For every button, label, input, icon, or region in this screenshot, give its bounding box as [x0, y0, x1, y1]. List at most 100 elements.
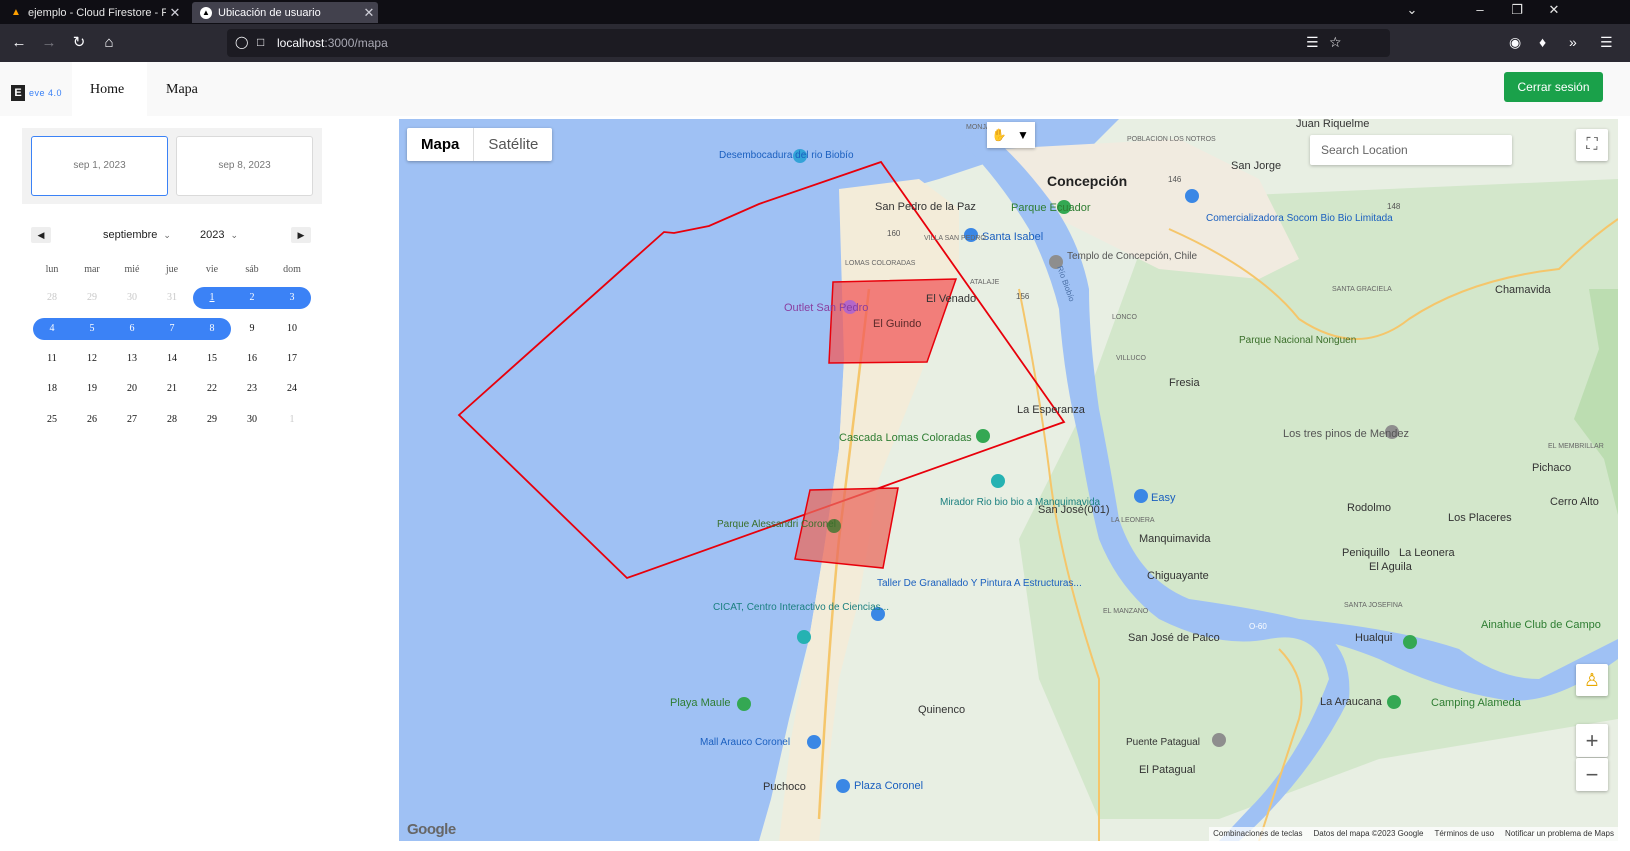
app-logo[interactable]: E eve 4.0: [11, 85, 62, 101]
shield-icon[interactable]: ◯: [235, 35, 249, 51]
translate-icon[interactable]: ☰: [1306, 34, 1319, 51]
label-cerro-alto: Cerro Alto: [1550, 496, 1599, 508]
weekday-label: jue: [165, 264, 179, 275]
calendar-day[interactable]: 28: [156, 410, 188, 430]
close-window-icon[interactable]: ✕: [1544, 2, 1564, 18]
poi-marker[interactable]: [1212, 733, 1226, 747]
calendar-day: 29: [87, 292, 97, 303]
poi-marker[interactable]: [807, 735, 821, 749]
tab-firestore[interactable]: ▲ ejemplo - Cloud Firestore - Fire ✕: [2, 2, 184, 23]
attr-terms[interactable]: Términos de uso: [1434, 829, 1494, 839]
calendar-day[interactable]: 8: [196, 319, 228, 339]
home-icon[interactable]: ⌂: [99, 33, 119, 53]
calendar-day[interactable]: 9: [236, 319, 268, 339]
calendar-day[interactable]: 30: [236, 410, 268, 430]
restore-icon[interactable]: ❐: [1507, 2, 1527, 18]
poi-marker[interactable]: [1387, 695, 1401, 709]
nav-mapa[interactable]: Mapa: [166, 82, 198, 98]
map-search-input[interactable]: Search Location: [1310, 135, 1512, 165]
label-easy: Easy: [1151, 492, 1176, 504]
attr-shortcuts[interactable]: Combinaciones de teclas: [1213, 829, 1302, 839]
map-attribution: Combinaciones de teclas Datos del mapa ©…: [1209, 827, 1618, 841]
calendar-day[interactable]: 4: [36, 319, 68, 339]
label-parque-nonguen: Parque Nacional Nonguen: [1239, 335, 1356, 346]
calendar-day[interactable]: 29: [196, 410, 228, 430]
calendar-day[interactable]: 14: [156, 349, 188, 369]
calendar-day[interactable]: 20: [116, 379, 148, 399]
poi-marker[interactable]: [1403, 635, 1417, 649]
calendar-day[interactable]: 11: [36, 349, 68, 369]
poi-marker[interactable]: [991, 474, 1005, 488]
calendar-day[interactable]: 13: [116, 349, 148, 369]
calendar-day[interactable]: 7: [156, 319, 188, 339]
calendar-day[interactable]: 27: [116, 410, 148, 430]
zoom-out-button[interactable]: −: [1576, 758, 1608, 791]
app-menu-icon[interactable]: ☰: [1600, 34, 1613, 51]
poi-marker[interactable]: [797, 630, 811, 644]
calendar-day[interactable]: 12: [76, 349, 108, 369]
bookmark-star-icon[interactable]: ☆: [1329, 34, 1342, 51]
zoom-in-button[interactable]: +: [1576, 724, 1608, 757]
calendar-day[interactable]: 23: [236, 379, 268, 399]
calendar-day[interactable]: 25: [36, 410, 68, 430]
map-type-satelite[interactable]: Satélite: [474, 128, 552, 161]
calendar-day[interactable]: 19: [76, 379, 108, 399]
next-month-button[interactable]: ▶: [291, 227, 311, 243]
poi-marker[interactable]: [836, 779, 850, 793]
polygon-draw-icon[interactable]: ▼: [1011, 122, 1035, 148]
google-map[interactable]: Concepción San Pedro de la Paz El Guindo…: [399, 119, 1618, 841]
calendar-day[interactable]: 6: [116, 319, 148, 339]
end-date-field[interactable]: sep 8, 2023: [176, 136, 313, 196]
pocket-icon[interactable]: ◉: [1509, 34, 1521, 51]
date-range-picker: sep 1, 2023 sep 8, 2023: [22, 128, 322, 204]
calendar-day[interactable]: 2: [236, 288, 268, 308]
calendar-day[interactable]: 24: [276, 379, 308, 399]
url-bar[interactable]: ◯ □ localhost:3000/mapa ☰ ☆: [227, 29, 1390, 57]
close-tab-icon[interactable]: ✕: [166, 5, 184, 21]
nav-home[interactable]: Home: [90, 82, 124, 98]
calendar-day[interactable]: 5: [76, 319, 108, 339]
start-date-field[interactable]: sep 1, 2023: [31, 136, 168, 196]
reload-icon[interactable]: ↻: [69, 33, 89, 53]
calendar-day[interactable]: 16: [236, 349, 268, 369]
attr-report[interactable]: Notificar un problema de Maps: [1505, 829, 1614, 839]
poi-marker[interactable]: [1185, 189, 1199, 203]
calendar-day[interactable]: 22: [196, 379, 228, 399]
route-shield-146: 146: [1168, 175, 1182, 184]
poi-marker[interactable]: [737, 697, 751, 711]
drawing-toolbar: ✋ ▼: [987, 122, 1035, 148]
google-logo[interactable]: Google: [407, 821, 456, 838]
extensions-icon[interactable]: ♦: [1539, 34, 1546, 50]
close-tab-icon[interactable]: ✕: [360, 5, 378, 21]
street-view-pegman-icon[interactable]: ♙: [1576, 664, 1608, 696]
hand-pan-icon[interactable]: ✋: [987, 122, 1011, 148]
label-la-leonera: La Leonera: [1399, 547, 1456, 559]
overflow-chevron-icon[interactable]: »: [1569, 34, 1577, 50]
url-text[interactable]: localhost:3000/mapa: [277, 36, 388, 50]
calendar-day[interactable]: 18: [36, 379, 68, 399]
tab-list-chevron-icon[interactable]: ⌄: [1402, 2, 1422, 18]
calendar-day[interactable]: 10: [276, 319, 308, 339]
calendar-day[interactable]: 21: [156, 379, 188, 399]
map-type-mapa[interactable]: Mapa: [407, 128, 473, 161]
prev-month-button[interactable]: ◀: [31, 227, 51, 243]
calendar-day[interactable]: 1: [196, 288, 228, 308]
minimize-icon[interactable]: –: [1470, 2, 1490, 17]
calendar-day[interactable]: 3: [276, 288, 308, 308]
map-canvas[interactable]: Concepción San Pedro de la Paz El Guindo…: [399, 119, 1618, 841]
label-mall: Mall Arauco Coronel: [700, 737, 790, 748]
year-select[interactable]: 2023 ⌄: [200, 229, 238, 241]
poi-marker[interactable]: [1134, 489, 1148, 503]
tab-ubicacion[interactable]: ▲ Ubicación de usuario ✕: [192, 2, 378, 23]
back-icon[interactable]: ←: [9, 33, 29, 53]
calendar-day[interactable]: 26: [76, 410, 108, 430]
forward-icon[interactable]: →: [39, 33, 59, 53]
weekday-label: lun: [45, 264, 59, 275]
calendar-day[interactable]: 15: [196, 349, 228, 369]
poi-marker[interactable]: [976, 429, 990, 443]
logout-button[interactable]: Cerrar sesión: [1504, 72, 1603, 102]
calendar-day[interactable]: 17: [276, 349, 308, 369]
page-info-icon[interactable]: □: [257, 35, 264, 49]
month-select[interactable]: septiembre ⌄: [103, 229, 171, 241]
fullscreen-button[interactable]: ⛶: [1576, 129, 1608, 161]
